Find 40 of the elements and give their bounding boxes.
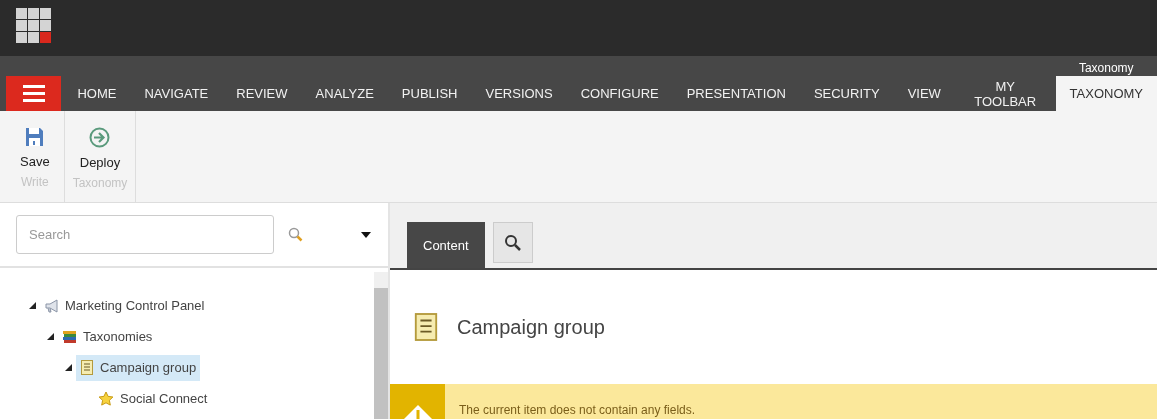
ribbon-tab[interactable]: VERSIONS — [471, 76, 567, 111]
item-title: Campaign group — [457, 315, 605, 339]
document-icon — [80, 360, 94, 375]
megaphone-icon — [44, 298, 59, 313]
expanded-icon[interactable] — [46, 333, 54, 340]
ribbon-tab[interactable]: PUBLISH — [387, 76, 472, 111]
search-icon — [504, 234, 522, 251]
menu-button[interactable] — [6, 76, 62, 111]
warning-message: The current item does not contain any fields. — [458, 403, 696, 419]
ribbon-tab[interactable]: VIEW — [893, 76, 955, 111]
expanded-icon[interactable] — [28, 302, 36, 309]
books-icon — [62, 329, 77, 344]
contextual-tab-label: Taxonomy — [1078, 61, 1134, 75]
ribbon-tab[interactable]: MY TOOLBAR — [954, 76, 1056, 111]
save-button[interactable]: Save — [14, 111, 56, 169]
ribbon-tab[interactable]: ANALYZE — [301, 76, 388, 111]
menu-icon — [22, 85, 45, 102]
star-icon — [98, 391, 114, 406]
ribbon-tab[interactable]: PRESENTATION — [672, 76, 800, 111]
caret-icon[interactable] — [361, 231, 371, 238]
ribbon-tab[interactable]: CONFIGURE — [566, 76, 673, 111]
tree-item[interactable]: Marketing Control Panel — [40, 292, 209, 319]
tree-item[interactable]: Social Connect — [94, 385, 212, 412]
ribbon-tab[interactable]: HOME — [63, 76, 131, 111]
ribbon-tab[interactable]: REVIEW — [222, 76, 302, 111]
scrollbar[interactable] — [374, 272, 388, 419]
ribbon-tab[interactable]: TAXONOMY — [1055, 76, 1157, 111]
save-icon — [25, 127, 45, 147]
search-icon[interactable] — [288, 227, 303, 242]
arrow-right-circle-icon — [89, 127, 111, 148]
launchpad-grid-icon[interactable] — [16, 8, 52, 44]
editor-tab[interactable]: Content — [407, 222, 485, 268]
ribbon-tab[interactable]: NAVIGATE — [130, 76, 223, 111]
tree-item[interactable]: Campaign group — [76, 354, 201, 381]
deploy-button[interactable]: Deploy — [73, 111, 127, 170]
expanded-icon[interactable] — [64, 364, 72, 371]
search-field[interactable]: Search — [16, 215, 274, 254]
search-tab[interactable] — [492, 222, 533, 263]
ribbon-tab[interactable]: SECURITY — [799, 76, 894, 111]
tree-item[interactable]: Taxonomies — [58, 323, 157, 350]
